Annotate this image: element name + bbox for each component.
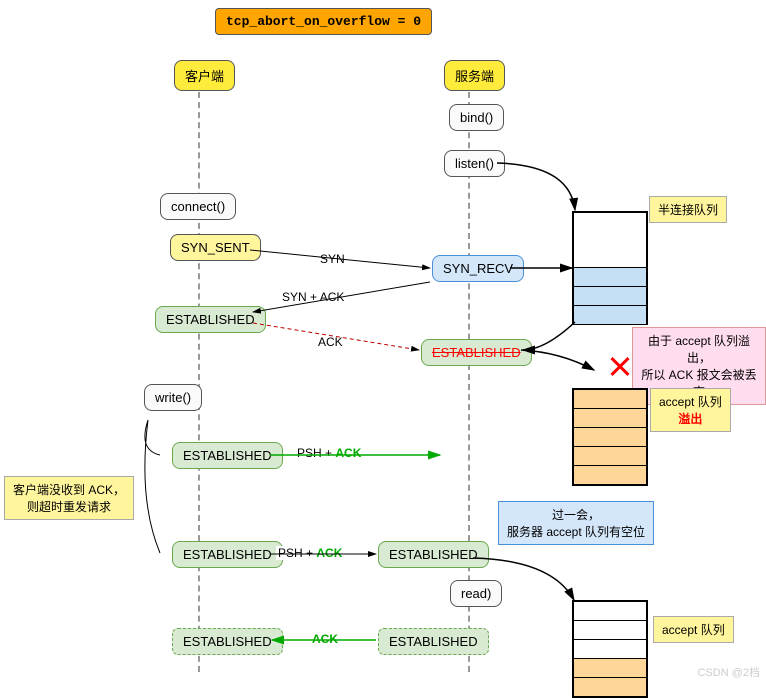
- est-server-4: ESTABLISHED: [378, 628, 489, 655]
- read-box: read): [450, 580, 502, 607]
- syn-label: SYN: [318, 252, 347, 266]
- later-note: 过一会，服务器 accept 队列有空位: [498, 501, 654, 545]
- bind-box: bind(): [449, 104, 504, 131]
- drop-cross: [608, 355, 632, 379]
- est-client-1: ESTABLISHED: [155, 306, 266, 333]
- listen-box: listen(): [444, 150, 505, 177]
- ack-back-label: ACK: [310, 632, 340, 646]
- est-client-2: ESTABLISHED: [172, 442, 283, 469]
- half-queue: [572, 211, 648, 325]
- write-box: write(): [144, 384, 202, 411]
- retry-note: 客户端没收到 ACK，则超时重发请求: [4, 476, 134, 520]
- ack-label: ACK: [316, 335, 345, 349]
- est-client-3: ESTABLISHED: [172, 541, 283, 568]
- accept-queue-label-1: accept 队列溢出: [650, 388, 731, 432]
- diagram-title: tcp_abort_on_overflow = 0: [215, 8, 432, 35]
- accept-queue-2: [572, 600, 648, 698]
- syn-sent-box: SYN_SENT: [170, 234, 261, 261]
- synack-label: SYN + ACK: [280, 290, 346, 304]
- pshack-label-1: PSH + ACK: [295, 446, 363, 460]
- client-lifeline: [198, 92, 200, 672]
- client-box: 客户端: [174, 60, 235, 91]
- accept-queue-label-2: accept 队列: [653, 616, 734, 643]
- accept-queue-1: [572, 388, 648, 486]
- watermark: CSDN @2档: [697, 664, 760, 680]
- est-server-crossed: ESTABLISHED: [421, 339, 532, 366]
- server-box: 服务端: [444, 60, 505, 91]
- syn-recv-box: SYN_RECV: [432, 255, 524, 282]
- half-queue-label: 半连接队列: [649, 196, 727, 223]
- connect-box: connect(): [160, 193, 236, 220]
- est-server-2: ESTABLISHED: [378, 541, 489, 568]
- est-client-4: ESTABLISHED: [172, 628, 283, 655]
- pshack-label-2: PSH + ACK: [276, 546, 344, 560]
